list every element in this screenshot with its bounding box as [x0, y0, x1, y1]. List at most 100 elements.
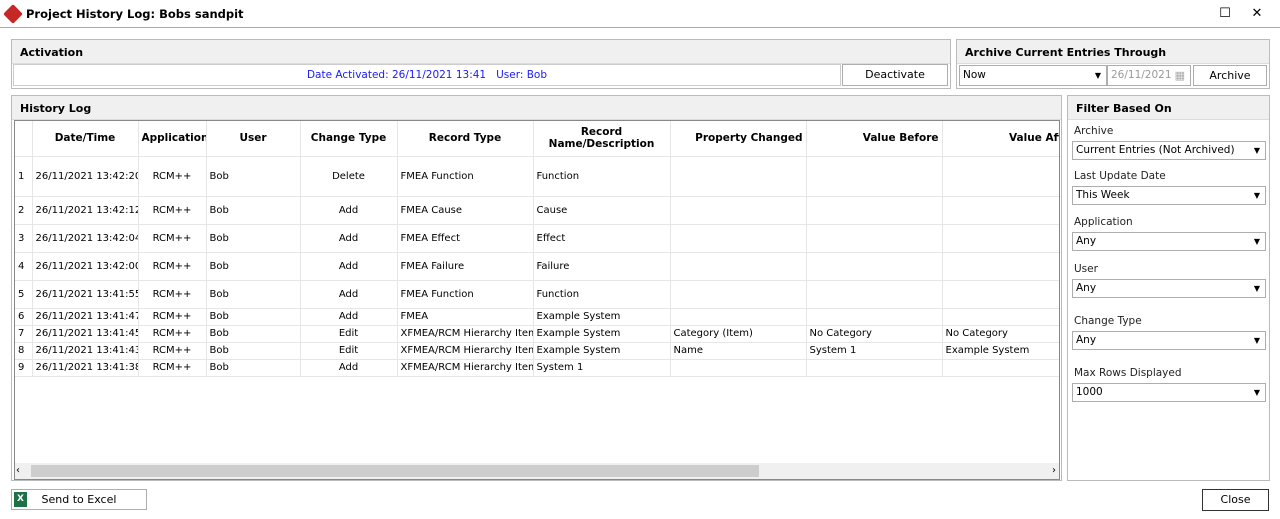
table-row[interactable]: 9 26/11/2021 13:41:38 RCM++ Bob Add XFMEA/RCM…	[15, 359, 1059, 377]
table-cell	[670, 252, 807, 281]
archive-date-input[interactable]: 26/11/2021 ▦	[1107, 65, 1191, 86]
filter-label: Max Rows Displayed	[1074, 367, 1182, 379]
table-cell	[670, 156, 807, 197]
column-header[interactable]: Application	[138, 121, 207, 157]
filter-label: Archive	[1074, 125, 1114, 137]
filter-select[interactable]: Any ▼	[1072, 331, 1266, 350]
table-cell: FMEA Effect	[397, 224, 534, 253]
title-bar: Project History Log: Bobs sandpit ☐ ✕	[0, 0, 1280, 28]
table-cell: System 1	[806, 342, 943, 360]
table-cell: RCM++	[138, 325, 207, 343]
table-cell: FMEA	[397, 308, 534, 326]
filter-select[interactable]: Any ▼	[1072, 279, 1266, 298]
deactivate-button[interactable]: Deactivate	[842, 64, 948, 86]
table-cell: 26/11/2021 13:42:00	[32, 252, 139, 281]
table-cell: Name	[670, 342, 807, 360]
table-row[interactable]: 1 26/11/2021 13:42:20 RCM++ Bob Delete FMEA F…	[15, 156, 1059, 197]
column-header[interactable]: Value After	[942, 121, 1059, 157]
row-number: 5	[15, 280, 33, 309]
table-cell: Bob	[206, 224, 301, 253]
table-cell	[942, 156, 1059, 197]
dropdown-arrow-icon: ▼	[1094, 71, 1101, 80]
dropdown-arrow-icon: ▼	[1253, 237, 1260, 246]
table-row[interactable]: 6 26/11/2021 13:41:47 RCM++ Bob Add FMEA Examp…	[15, 308, 1059, 326]
table-cell: 26/11/2021 13:42:04	[32, 224, 139, 253]
column-header[interactable]: Property Changed	[670, 121, 807, 157]
archive-through-select[interactable]: Now ▼	[959, 65, 1107, 86]
table-cell: Failure	[533, 252, 671, 281]
scrollbar-thumb[interactable]	[31, 465, 759, 477]
app-logo-icon	[3, 4, 23, 24]
table-cell	[942, 196, 1059, 225]
filter-select[interactable]: Any ▼	[1072, 232, 1266, 251]
dropdown-arrow-icon: ▼	[1253, 336, 1260, 345]
dropdown-arrow-icon: ▼	[1253, 146, 1260, 155]
horizontal-scrollbar[interactable]: ‹ ›	[15, 463, 1059, 479]
table-cell: XFMEA/RCM Hierarchy Item	[397, 359, 534, 377]
archive-date-value: 26/11/2021	[1111, 69, 1172, 81]
row-number: 2	[15, 196, 33, 225]
column-header[interactable]: Value Before	[806, 121, 943, 157]
activation-heading: Activation	[12, 40, 950, 64]
table-cell: Example System	[533, 342, 671, 360]
table-cell	[942, 280, 1059, 309]
archive-heading: Archive Current Entries Through	[957, 40, 1269, 64]
table-row[interactable]: 8 26/11/2021 13:41:43 RCM++ Bob Edit XFMEA/RC…	[15, 342, 1059, 360]
column-header[interactable]: Record Type	[397, 121, 534, 157]
calendar-icon[interactable]: ▦	[1175, 66, 1185, 85]
table-cell: Bob	[206, 196, 301, 225]
filter-value: This Week	[1076, 189, 1130, 201]
table-cell	[670, 308, 807, 326]
filter-value: 1000	[1076, 386, 1103, 398]
table-cell: RCM++	[138, 196, 207, 225]
history-grid: Date/Time Application User Change Type Recor…	[14, 120, 1060, 480]
archive-through-value: Now	[963, 69, 986, 81]
table-cell: Add	[300, 224, 398, 253]
send-to-excel-button[interactable]: X Send to Excel	[11, 489, 147, 510]
table-row[interactable]: 5 26/11/2021 13:41:55 RCM++ Bob Add FMEA Func…	[15, 280, 1059, 309]
column-header[interactable]: User	[206, 121, 301, 157]
filter-label: Last Update Date	[1074, 170, 1166, 182]
scroll-left-icon[interactable]: ‹	[16, 465, 20, 476]
table-row[interactable]: 3 26/11/2021 13:42:04 RCM++ Bob Add FMEA Effe…	[15, 224, 1059, 253]
column-header[interactable]: Record Name/Description	[533, 121, 671, 157]
filter-select[interactable]: This Week ▼	[1072, 186, 1266, 205]
filter-value: Current Entries (Not Archived)	[1076, 144, 1235, 156]
table-cell: 26/11/2021 13:42:20	[32, 156, 139, 197]
activation-status: Date Activated: 26/11/2021 13:41 User: B…	[13, 64, 841, 86]
row-number: 9	[15, 359, 33, 377]
table-cell: Cause	[533, 196, 671, 225]
column-header[interactable]: Date/Time	[32, 121, 139, 157]
column-header[interactable]	[15, 121, 33, 157]
table-row[interactable]: 2 26/11/2021 13:42:12 RCM++ Bob Add FMEA Caus…	[15, 196, 1059, 225]
table-row[interactable]: 7 26/11/2021 13:41:45 RCM++ Bob Edit XFMEA/RC…	[15, 325, 1059, 343]
table-cell: Category (Item)	[670, 325, 807, 343]
table-cell: System 1	[533, 359, 671, 377]
table-cell: Edit	[300, 325, 398, 343]
table-cell: Add	[300, 280, 398, 309]
column-header[interactable]: Change Type	[300, 121, 398, 157]
activation-panel: Activation Date Activated: 26/11/2021 13…	[11, 39, 951, 89]
excel-icon: X	[14, 492, 27, 507]
close-window-button[interactable]: ✕	[1242, 4, 1272, 24]
table-cell	[806, 224, 943, 253]
table-row[interactable]: 4 26/11/2021 13:42:00 RCM++ Bob Add FMEA Fail…	[15, 252, 1059, 281]
close-button[interactable]: Close	[1202, 489, 1269, 511]
filter-value: Any	[1076, 334, 1097, 346]
table-cell: RCM++	[138, 308, 207, 326]
table-cell: 26/11/2021 13:41:38	[32, 359, 139, 377]
table-cell	[806, 359, 943, 377]
filter-select[interactable]: Current Entries (Not Archived) ▼	[1072, 141, 1266, 160]
table-cell: Add	[300, 308, 398, 326]
table-cell	[942, 252, 1059, 281]
table-cell: RCM++	[138, 252, 207, 281]
maximize-button[interactable]: ☐	[1210, 4, 1240, 24]
filter-select[interactable]: 1000 ▼	[1072, 383, 1266, 402]
table-cell: Example System	[533, 308, 671, 326]
scroll-right-icon[interactable]: ›	[1052, 465, 1056, 476]
table-cell: Delete	[300, 156, 398, 197]
table-cell: 26/11/2021 13:41:43	[32, 342, 139, 360]
table-cell: 26/11/2021 13:41:47	[32, 308, 139, 326]
table-cell: No Category	[806, 325, 943, 343]
archive-button[interactable]: Archive	[1193, 65, 1267, 86]
